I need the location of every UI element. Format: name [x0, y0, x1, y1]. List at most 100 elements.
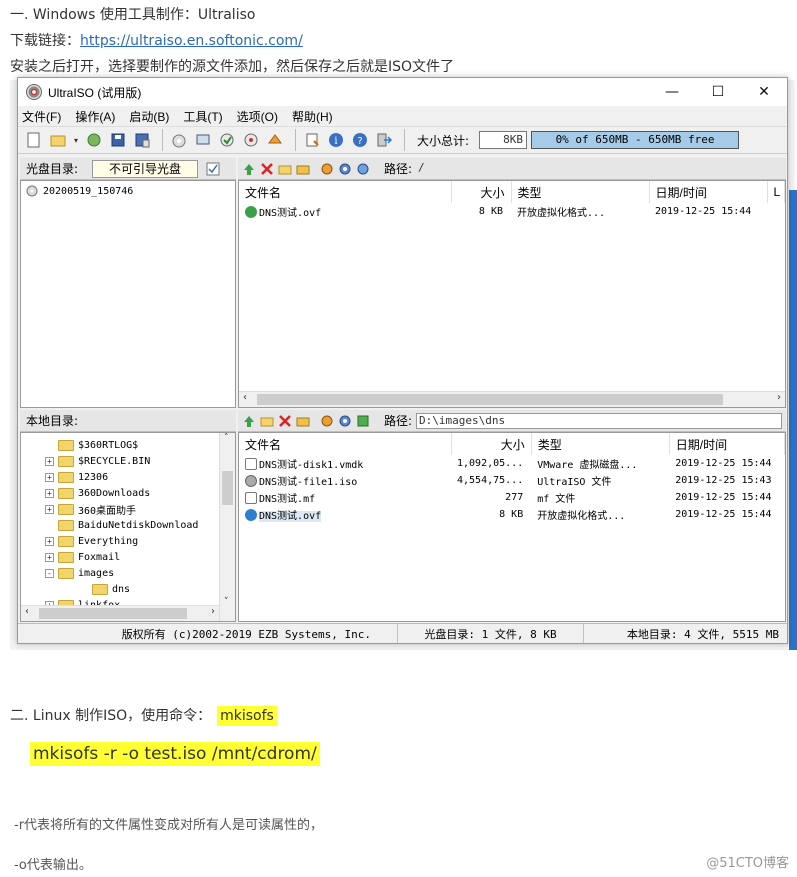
iso-tree-root[interactable]: 20200519_150746 [25, 183, 235, 199]
table-row[interactable]: DNS测试-file1.iso 4,554,75... UltraISO 文件 … [239, 472, 785, 489]
expand-toggle-icon[interactable]: - [45, 568, 54, 578]
scroll-thumb[interactable] [257, 394, 723, 405]
menu-options[interactable]: 选项(O) [237, 108, 278, 125]
iso-horizontal-scrollbar[interactable]: ‹ › [239, 391, 785, 407]
tree-item[interactable]: +360Downloads [45, 485, 235, 501]
title-bar[interactable]: UltraISO (试用版) — ☐ ✕ [18, 78, 787, 106]
total-size-value: 8KB [479, 131, 528, 149]
tree-item[interactable]: dns [45, 581, 235, 597]
maximize-icon[interactable]: ☐ [695, 78, 741, 106]
delete-icon[interactable] [260, 162, 274, 176]
toolbar-separator [162, 129, 163, 151]
local-path-label: 路径: [384, 414, 413, 428]
rename-icon[interactable] [296, 414, 310, 428]
rename-icon[interactable] [296, 162, 310, 176]
scroll-right-icon[interactable]: › [211, 606, 215, 617]
expand-toggle-icon[interactable]: + [45, 504, 54, 514]
table-row[interactable]: DNS测试-disk1.vmdk 1,092,05... VMware 虚拟磁盘… [239, 455, 785, 472]
save-as-icon[interactable] [132, 130, 152, 150]
menu-help[interactable]: 帮助(H) [292, 108, 333, 125]
extract-icon[interactable] [84, 130, 104, 150]
exit-icon[interactable] [374, 130, 394, 150]
col-type[interactable]: 类型 [531, 433, 670, 455]
boot-type-combo[interactable]: 不可引导光盘 [92, 159, 199, 178]
menu-file[interactable]: 文件(F) [22, 108, 61, 125]
menu-bootable[interactable]: 启动(B) [129, 108, 169, 125]
virtual-drive-icon[interactable] [265, 130, 285, 150]
tree-item[interactable]: + Everything [45, 533, 235, 549]
boot-check-icon[interactable] [206, 162, 220, 176]
up-dir-icon[interactable] [242, 162, 256, 176]
table-row[interactable]: DNS测试.ovf 8 KB 开放虚拟化格式... 2019-12-25 15:… [239, 203, 785, 220]
scroll-thumb[interactable] [39, 608, 187, 619]
tree-item[interactable]: - images [45, 565, 235, 581]
new-folder-icon[interactable] [260, 414, 274, 428]
make-cd-image-icon[interactable] [169, 130, 189, 150]
settings-icon[interactable] [338, 414, 352, 428]
save-icon[interactable] [108, 130, 128, 150]
expand-toggle-icon[interactable]: + [45, 472, 54, 482]
table-row[interactable]: DNS测试.ovf 8 KB 开放虚拟化格式... 2019-12-25 15:… [239, 506, 785, 523]
scroll-down-icon[interactable]: ˅ [224, 597, 229, 607]
expand-toggle-icon[interactable]: + [45, 552, 54, 562]
add-files-icon[interactable] [320, 414, 334, 428]
info-icon[interactable]: i [326, 130, 346, 150]
close-icon[interactable]: ✕ [741, 78, 787, 106]
open-dropdown-icon[interactable]: ▾ [72, 130, 80, 150]
expand-toggle-icon[interactable]: + [45, 536, 54, 546]
expand-toggle-icon[interactable]: + [45, 456, 54, 466]
local-path-bar: 路径: D:\images\dns [238, 410, 786, 432]
tree-item[interactable]: +12306 [45, 469, 235, 485]
local-path-field[interactable]: D:\images\dns [416, 412, 782, 429]
properties-icon[interactable] [302, 130, 322, 150]
scroll-up-icon[interactable]: ˄ [224, 433, 229, 443]
open-icon[interactable] [48, 130, 68, 150]
help-icon[interactable]: ? [350, 130, 370, 150]
menu-tools[interactable]: 工具(T) [183, 108, 222, 125]
tree-item[interactable]: BaiduNetdiskDownload [45, 517, 235, 533]
scroll-thumb[interactable] [222, 471, 233, 505]
refresh-icon[interactable] [356, 162, 370, 176]
col-filename[interactable]: 文件名 [239, 433, 452, 455]
col-filename[interactable]: 文件名 [239, 181, 452, 203]
scroll-left-icon[interactable]: ‹ [243, 392, 247, 403]
table-row[interactable]: DNS测试.mf 277 mf 文件 2019-12-25 15:44 [239, 489, 785, 506]
compress-icon[interactable] [193, 130, 213, 150]
mount-icon[interactable] [217, 130, 237, 150]
burn-icon[interactable] [241, 130, 261, 150]
new-folder-icon[interactable] [278, 162, 292, 176]
new-icon[interactable] [24, 130, 44, 150]
minimize-icon[interactable]: — [649, 78, 695, 106]
add-files-icon[interactable] [320, 162, 334, 176]
col-type[interactable]: 类型 [511, 181, 650, 203]
delete-icon[interactable] [278, 414, 292, 428]
capacity-text: 0% of 650MB - 650MB free [555, 133, 715, 146]
col-extra[interactable]: L [767, 181, 785, 203]
col-date[interactable]: 日期/时间 [649, 181, 768, 203]
col-size[interactable]: 大小 [451, 181, 512, 203]
download-label: 下载链接： [10, 33, 80, 49]
settings-icon[interactable] [338, 162, 352, 176]
up-dir-icon[interactable] [242, 414, 256, 428]
tree-item[interactable]: + $RECYCLE.BIN [45, 453, 235, 469]
tree-item[interactable]: +360桌面助手 [45, 501, 235, 517]
col-size[interactable]: 大小 [451, 433, 532, 455]
expand-toggle-icon[interactable]: + [45, 488, 54, 498]
iso-path-field[interactable]: / [416, 161, 782, 177]
col-date[interactable]: 日期/时间 [669, 433, 785, 455]
local-tree-hscroll[interactable]: ‹ › [21, 605, 219, 621]
iso-directory-header: 光盘目录: 不可引导光盘 [20, 158, 236, 180]
scroll-left-icon[interactable]: ‹ [25, 606, 29, 617]
download-link[interactable]: https://ultraiso.en.softonic.com/ [80, 33, 303, 49]
tree-item[interactable]: + Foxmail [45, 549, 235, 565]
local-tree-vscroll[interactable]: ˄ ˅ [219, 433, 235, 621]
ovf-file-icon [245, 206, 257, 218]
refresh-icon[interactable] [356, 414, 370, 428]
scroll-right-icon[interactable]: › [777, 392, 781, 403]
menu-actions[interactable]: 操作(A) [75, 108, 115, 125]
file-date: 2019-12-25 15:44 [675, 509, 772, 520]
file-name: DNS测试-file1.iso [259, 477, 358, 488]
file-name: DNS测试.mf [259, 494, 316, 505]
tree-item[interactable]: $360RTLOG$ [45, 437, 235, 453]
file-type: 开放虚拟化格式... [517, 208, 606, 219]
